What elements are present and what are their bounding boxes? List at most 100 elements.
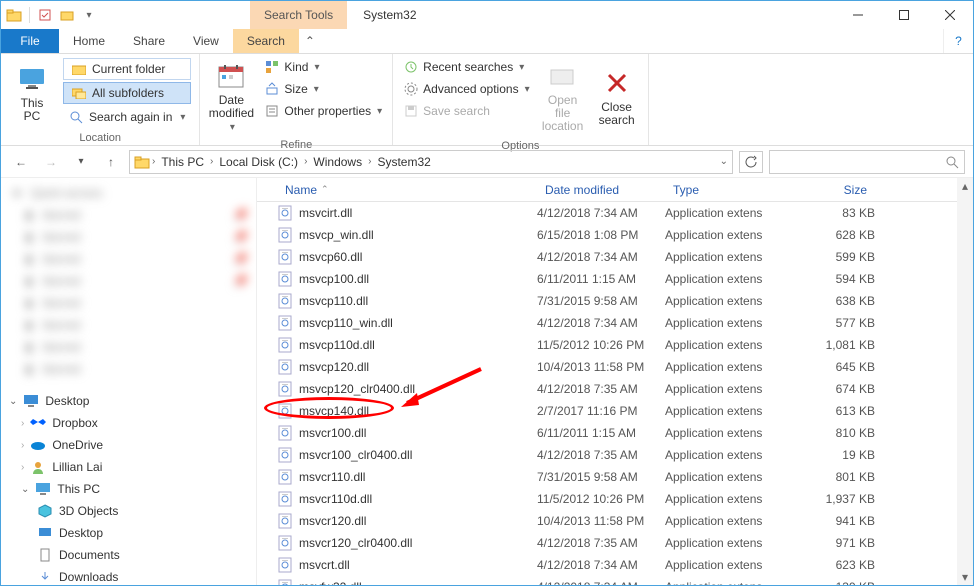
- bc-localdisk[interactable]: Local Disk (C:): [215, 155, 302, 169]
- search-icon[interactable]: [940, 155, 964, 169]
- close-button[interactable]: [927, 1, 973, 29]
- properties-icon: [264, 103, 280, 119]
- tab-view[interactable]: View: [179, 29, 233, 53]
- table-row[interactable]: msvcr100_clr0400.dll4/12/2018 7:35 AMApp…: [257, 444, 973, 466]
- file-type: Application extens: [665, 360, 791, 374]
- tree-item[interactable]: ★Quick access: [1, 182, 256, 204]
- save-search-button: Save search: [399, 100, 533, 122]
- address-dropdown-icon[interactable]: ⌄: [720, 156, 728, 167]
- col-type[interactable]: Type: [665, 183, 791, 197]
- tab-home[interactable]: Home: [59, 29, 119, 53]
- minimize-button[interactable]: [835, 1, 881, 29]
- close-search-button[interactable]: Close search: [592, 56, 642, 138]
- file-name: msvcp60.dll: [299, 250, 362, 264]
- table-row[interactable]: msvcp110.dll7/31/2015 9:58 AMApplication…: [257, 290, 973, 312]
- this-pc-button[interactable]: This PC: [7, 56, 57, 130]
- qat-dropdown-icon[interactable]: ▾: [80, 6, 98, 24]
- tree-item-desktop2[interactable]: Desktop: [1, 522, 256, 544]
- other-properties-button[interactable]: Other properties▾: [260, 100, 386, 122]
- up-button[interactable]: ↑: [99, 150, 123, 174]
- file-date: 4/12/2018 7:35 AM: [537, 382, 665, 396]
- scroll-up-icon[interactable]: ▴: [957, 178, 973, 194]
- maximize-button[interactable]: [881, 1, 927, 29]
- chevron-right-icon[interactable]: ›: [21, 440, 24, 451]
- tree-item-documents[interactable]: Documents: [1, 544, 256, 566]
- table-row[interactable]: msvcr110.dll7/31/2015 9:58 AMApplication…: [257, 466, 973, 488]
- chevron-icon[interactable]: ›: [152, 156, 155, 167]
- tree-item[interactable]: ▮blurred: [1, 336, 256, 358]
- properties-icon[interactable]: [36, 6, 54, 24]
- table-row[interactable]: msvcp120_clr0400.dll4/12/2018 7:35 AMApp…: [257, 378, 973, 400]
- tree-item[interactable]: ▮blurred📌: [1, 270, 256, 292]
- table-row[interactable]: msvcp110d.dll11/5/2012 10:26 PMApplicati…: [257, 334, 973, 356]
- recent-searches-button[interactable]: Recent searches▾: [399, 56, 533, 78]
- tree-item-onedrive[interactable]: ›OneDrive: [1, 434, 256, 456]
- col-date[interactable]: Date modified: [537, 183, 665, 197]
- col-size[interactable]: Size: [791, 183, 875, 197]
- bc-thispc[interactable]: This PC: [157, 155, 208, 169]
- search-field[interactable]: [770, 155, 940, 169]
- table-row[interactable]: msvfw32.dll4/12/2018 7:34 AMApplication …: [257, 576, 973, 585]
- tree-item-downloads[interactable]: Downloads: [1, 566, 256, 585]
- chevron-icon[interactable]: ›: [210, 156, 213, 167]
- table-row[interactable]: msvcp140.dll2/7/2017 11:16 PMApplication…: [257, 400, 973, 422]
- table-row[interactable]: msvcr120_clr0400.dll4/12/2018 7:35 AMApp…: [257, 532, 973, 554]
- tab-share[interactable]: Share: [119, 29, 179, 53]
- scrollbar[interactable]: ▴ ▾: [957, 178, 973, 585]
- tree-item-dropbox[interactable]: ›Dropbox: [1, 412, 256, 434]
- tree-item[interactable]: ▮blurred: [1, 292, 256, 314]
- table-row[interactable]: msvcr100.dll6/11/2011 1:15 AMApplication…: [257, 422, 973, 444]
- tab-search[interactable]: Search: [233, 29, 299, 53]
- bc-system32[interactable]: System32: [373, 155, 434, 169]
- tree-item[interactable]: ▮blurred📌: [1, 204, 256, 226]
- tree-item[interactable]: ▮blurred: [1, 314, 256, 336]
- current-folder-button[interactable]: Current folder: [63, 58, 191, 80]
- table-row[interactable]: msvcp100.dll6/11/2011 1:15 AMApplication…: [257, 268, 973, 290]
- file-type: Application extens: [665, 272, 791, 286]
- ribbon-collapse-icon[interactable]: ⌃: [299, 29, 321, 53]
- size-button[interactable]: Size▾: [260, 78, 386, 100]
- tree-item-desktop[interactable]: ⌄Desktop: [1, 390, 256, 412]
- file-tab[interactable]: File: [1, 29, 59, 53]
- tree-item[interactable]: ▮blurred📌: [1, 226, 256, 248]
- back-button[interactable]: ←: [9, 150, 33, 174]
- table-row[interactable]: msvcrt.dll4/12/2018 7:34 AMApplication e…: [257, 554, 973, 576]
- table-row[interactable]: msvcr110d.dll11/5/2012 10:26 PMApplicati…: [257, 488, 973, 510]
- tree-item[interactable]: ▮blurred: [1, 358, 256, 380]
- help-icon[interactable]: ?: [943, 29, 973, 53]
- table-row[interactable]: msvcirt.dll4/12/2018 7:34 AMApplication …: [257, 202, 973, 224]
- chevron-icon[interactable]: ›: [304, 156, 307, 167]
- search-input[interactable]: [769, 150, 965, 174]
- file-type: Application extens: [665, 492, 791, 506]
- chevron-icon[interactable]: ›: [368, 156, 371, 167]
- chevron-right-icon[interactable]: ›: [21, 418, 24, 429]
- chevron-down-icon[interactable]: ⌄: [9, 396, 17, 407]
- tree-item-3d[interactable]: 3D Objects: [1, 500, 256, 522]
- search-again-button[interactable]: Search again in▾: [63, 106, 191, 128]
- table-row[interactable]: msvcp110_win.dll4/12/2018 7:34 AMApplica…: [257, 312, 973, 334]
- tree-item[interactable]: ▮blurred📌: [1, 248, 256, 270]
- advanced-options-button[interactable]: Advanced options▾: [399, 78, 533, 100]
- all-subfolders-button[interactable]: All subfolders: [63, 82, 191, 104]
- file-type: Application extens: [665, 514, 791, 528]
- new-folder-icon[interactable]: [58, 6, 76, 24]
- tree-item-user[interactable]: ›Lillian Lai: [1, 456, 256, 478]
- bc-windows[interactable]: Windows: [309, 155, 366, 169]
- tree-item-thispc[interactable]: ⌄This PC: [1, 478, 256, 500]
- pin-icon: 📌: [233, 252, 248, 266]
- kind-button[interactable]: Kind▾: [260, 56, 386, 78]
- navbar: ← → ▾ ↑ › This PC› Local Disk (C:)› Wind…: [1, 146, 973, 178]
- table-row[interactable]: msvcp60.dll4/12/2018 7:34 AMApplication …: [257, 246, 973, 268]
- scroll-down-icon[interactable]: ▾: [957, 569, 973, 585]
- table-row[interactable]: msvcr120.dll10/4/2013 11:58 PMApplicatio…: [257, 510, 973, 532]
- table-row[interactable]: msvcp_win.dll6/15/2018 1:08 PMApplicatio…: [257, 224, 973, 246]
- refresh-button[interactable]: [739, 151, 763, 173]
- chevron-right-icon[interactable]: ›: [21, 462, 24, 473]
- col-name[interactable]: Name⌃: [277, 183, 537, 197]
- forward-button[interactable]: →: [39, 150, 63, 174]
- breadcrumb[interactable]: › This PC› Local Disk (C:)› Windows› Sys…: [129, 150, 733, 174]
- date-modified-button[interactable]: Date modified▾: [206, 56, 256, 137]
- chevron-down-icon[interactable]: ⌄: [21, 484, 29, 495]
- recent-locations-button[interactable]: ▾: [69, 150, 93, 174]
- table-row[interactable]: msvcp120.dll10/4/2013 11:58 PMApplicatio…: [257, 356, 973, 378]
